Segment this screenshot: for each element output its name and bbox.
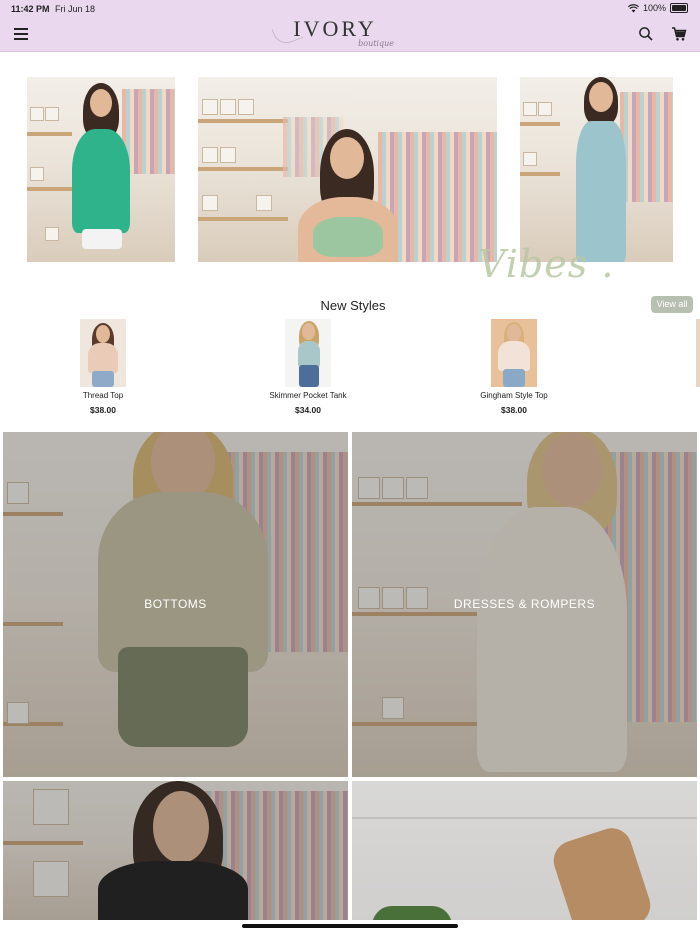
product-name: Skimmer Pocket Tank: [269, 391, 347, 400]
product-image: [285, 319, 331, 387]
home-indicator[interactable]: [242, 924, 458, 928]
product-card-peek[interactable]: [696, 319, 700, 387]
section-title-new-styles: New Styles: [320, 298, 386, 313]
product-price: $34.00: [295, 405, 321, 415]
nav-bar: IVORY boutique: [0, 18, 700, 52]
hero-photo-left: [27, 77, 175, 262]
product-price: $38.00: [501, 405, 527, 415]
hero-photo-center: [198, 77, 497, 262]
product-price: $38.00: [90, 405, 116, 415]
menu-icon[interactable]: [14, 28, 28, 40]
product-name: Thread Top: [82, 391, 124, 400]
product-image: [80, 319, 126, 387]
category-tile-dresses-rompers[interactable]: DRESSES & ROMPERS: [352, 432, 697, 777]
status-date: Fri Jun 18: [55, 4, 96, 14]
brand-logo[interactable]: IVORY boutique: [270, 18, 400, 51]
product-card[interactable]: Thread Top $38.00: [38, 319, 168, 415]
category-tile-tops[interactable]: [3, 781, 348, 920]
product-image: [491, 319, 537, 387]
hero-overlay-text: Vibes .: [478, 242, 615, 286]
wifi-icon: [627, 3, 639, 12]
cart-icon[interactable]: [671, 26, 687, 42]
logo-subtext: boutique: [358, 39, 394, 48]
hero-photo-right: [520, 77, 673, 262]
battery-percent: 100%: [642, 3, 666, 13]
category-label: BOTTOMS: [144, 597, 207, 611]
product-card[interactable]: Skimmer Pocket Tank $34.00: [243, 319, 373, 415]
battery-icon: [670, 3, 688, 13]
status-time: 11:42 PM: [11, 4, 50, 14]
search-icon[interactable]: [638, 26, 654, 42]
hero-banner[interactable]: Vibes .: [0, 52, 700, 286]
product-name: Gingham Style Top: [480, 391, 548, 400]
status-right: 100%: [627, 3, 688, 13]
category-label: DRESSES & ROMPERS: [453, 597, 596, 611]
product-card[interactable]: Gingham Style Top $38.00: [449, 319, 579, 415]
view-all-button[interactable]: View all: [651, 296, 693, 313]
category-tile-shoes[interactable]: [352, 781, 697, 920]
category-tile-bottoms[interactable]: BOTTOMS: [3, 432, 348, 777]
